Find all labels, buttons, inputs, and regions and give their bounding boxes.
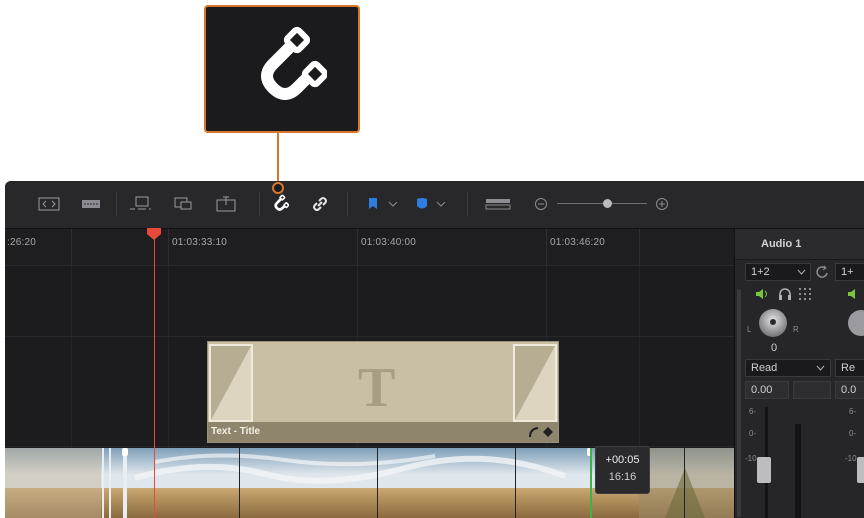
track-divider xyxy=(5,336,734,337)
level-value: 0.00 xyxy=(751,384,773,396)
level-readout[interactable]: 0.00 xyxy=(745,381,789,399)
automation-value-2: Re xyxy=(841,362,856,374)
reset-icon[interactable] xyxy=(815,265,829,279)
mixer-scrollbar[interactable] xyxy=(737,289,741,517)
timecode-label: 01:03:33:10 xyxy=(172,237,228,248)
toolbar-separator xyxy=(116,192,117,216)
pan-right-label: R xyxy=(793,325,799,334)
ruler-tick xyxy=(639,229,640,265)
insert-icon[interactable] xyxy=(129,194,151,214)
frame-divider xyxy=(515,448,516,518)
headphones-icon[interactable] xyxy=(778,287,792,301)
callout-connector xyxy=(277,133,279,183)
editor-window: :26:20 01:03:33:10 01:03:40:00 01:03:46:… xyxy=(5,181,864,518)
frame-divider xyxy=(684,448,685,518)
toolbar-separator xyxy=(259,192,260,216)
clip-label-bar: Text - Title xyxy=(208,422,558,442)
level-readout-2[interactable]: 0.0 xyxy=(835,381,864,399)
scale-label: 0- xyxy=(749,429,757,438)
timeline-view-icon[interactable] xyxy=(485,194,511,214)
replace-icon[interactable] xyxy=(215,194,237,214)
mixer-header: Audio 1 xyxy=(735,229,864,260)
keyframe-icon xyxy=(543,427,553,437)
automation-value: Read xyxy=(751,362,778,374)
speaker-icon[interactable] xyxy=(847,288,863,300)
meter xyxy=(795,424,801,518)
clip-label: Text - Title xyxy=(211,426,261,437)
fader-handle-2[interactable] xyxy=(857,457,864,483)
snapping-callout xyxy=(204,5,360,133)
input-select-2-value: 1+ xyxy=(841,266,854,278)
pan-value: 0 xyxy=(771,342,778,354)
dynamic-trim-icon[interactable] xyxy=(80,194,102,214)
edit-duration: 16:16 xyxy=(608,471,637,483)
timecode-ruler[interactable]: :26:20 01:03:33:10 01:03:40:00 01:03:46:… xyxy=(5,229,734,266)
input-select-value: 1+2 xyxy=(751,266,770,278)
scale-label: 0- xyxy=(849,429,857,438)
level-readout-empty xyxy=(793,381,831,399)
input-select-2[interactable]: 1+ xyxy=(835,263,864,281)
channel-name: Audio 1 xyxy=(761,238,802,250)
fader-handle[interactable] xyxy=(757,457,771,483)
chevron-down-icon xyxy=(816,365,825,371)
zoom-in-icon[interactable] xyxy=(651,194,673,214)
channel-grid-icon[interactable] xyxy=(799,288,813,300)
ruler-tick xyxy=(357,229,358,265)
toolbar-separator xyxy=(467,192,468,216)
timecode-label: :26:20 xyxy=(7,237,37,248)
chevron-down-icon[interactable] xyxy=(382,194,404,214)
ruler-tick xyxy=(71,229,72,265)
chevron-down-icon xyxy=(797,269,806,275)
automation-select-2[interactable]: Re xyxy=(835,359,864,377)
pan-knob-2[interactable] xyxy=(847,309,864,337)
edit-point[interactable] xyxy=(590,448,592,518)
title-glyph: T xyxy=(358,357,396,419)
timecode-label: 01:03:40:00 xyxy=(361,237,417,248)
edit-offset: +00:05 xyxy=(605,454,640,466)
linked-selection-icon[interactable] xyxy=(309,194,331,214)
playhead-line[interactable] xyxy=(154,229,155,518)
toolbar-separator xyxy=(347,192,348,216)
snapping-icon[interactable] xyxy=(268,194,290,214)
edit-tooltip: +00:05 16:16 xyxy=(595,446,650,494)
zoom-slider[interactable] xyxy=(557,203,647,204)
title-clip[interactable]: T Text - Title xyxy=(207,341,559,443)
curve-icon xyxy=(529,427,539,438)
timecode-label: 01:03:46:20 xyxy=(550,237,606,248)
ruler-tick xyxy=(546,229,547,265)
input-select[interactable]: 1+2 xyxy=(745,263,811,281)
clip-thumbnail-end xyxy=(513,344,557,422)
magnet-icon xyxy=(261,26,327,100)
pan-left-label: L xyxy=(747,325,752,334)
pan-knob[interactable] xyxy=(759,309,787,337)
zoom-out-icon[interactable] xyxy=(530,194,552,214)
clip-thumbnail-start xyxy=(209,344,253,422)
overwrite-icon[interactable] xyxy=(173,194,195,214)
timeline-toolbar xyxy=(5,181,864,229)
ruler-tick xyxy=(168,229,169,265)
flag-icon[interactable] xyxy=(362,194,384,214)
scale-label: 6- xyxy=(849,407,857,416)
pan-knob-indicator xyxy=(770,319,776,325)
scale-label: 6- xyxy=(749,407,757,416)
frame-divider xyxy=(239,448,240,518)
zoom-slider-handle[interactable] xyxy=(603,199,612,208)
callout-target xyxy=(272,182,284,194)
frame-divider xyxy=(377,448,378,518)
automation-select[interactable]: Read xyxy=(745,359,831,377)
audio-mixer: Audio 1 1+2 1+ L R 0 Read Re 0.00 0.0 6-… xyxy=(734,229,864,518)
level-value-2: 0.0 xyxy=(841,384,857,396)
trim-mode-icon[interactable] xyxy=(38,194,60,214)
speaker-icon[interactable] xyxy=(755,288,771,300)
chevron-down-icon[interactable] xyxy=(430,194,452,214)
